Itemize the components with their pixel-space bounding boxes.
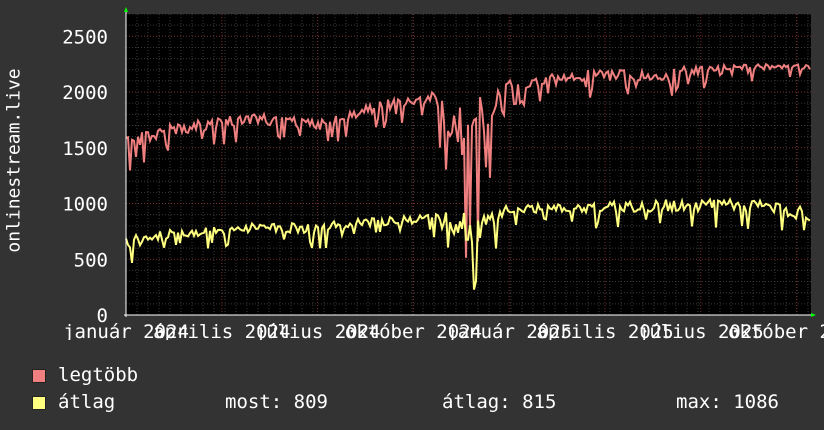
y-axis-label: onlinestream.live (3, 68, 25, 253)
y-axis-arrow-icon (124, 7, 128, 12)
x-tick-labels: január 2024április 2024július 2024októbe… (63, 321, 824, 340)
x-tick-label: október 2025 (728, 321, 824, 340)
legend-swatch-avg (32, 395, 46, 410)
chart: 05001000150020002500 január 2024április … (62, 7, 824, 340)
stat-max: max: 1086 (676, 391, 779, 413)
legend-swatch-max (32, 368, 46, 383)
stat-mean: átlag: 815 (442, 391, 557, 413)
legend-item-avg: átlag (32, 391, 115, 413)
y-tick-label: 2000 (62, 82, 108, 104)
y-tick-label: 1500 (62, 138, 108, 160)
y-tick-label: 2500 (62, 26, 108, 48)
stat-now: most: 809 (225, 391, 328, 413)
legend-label-max: legtöbb (58, 364, 139, 386)
x-axis-arrow-icon (811, 313, 816, 317)
legend-label-avg: átlag (58, 391, 116, 413)
y-tick-label: 500 (74, 249, 108, 271)
y-tick-label: 1000 (62, 194, 108, 216)
legend-item-max: legtöbb (32, 364, 138, 386)
y-tick-labels: 05001000150020002500 (62, 26, 108, 327)
